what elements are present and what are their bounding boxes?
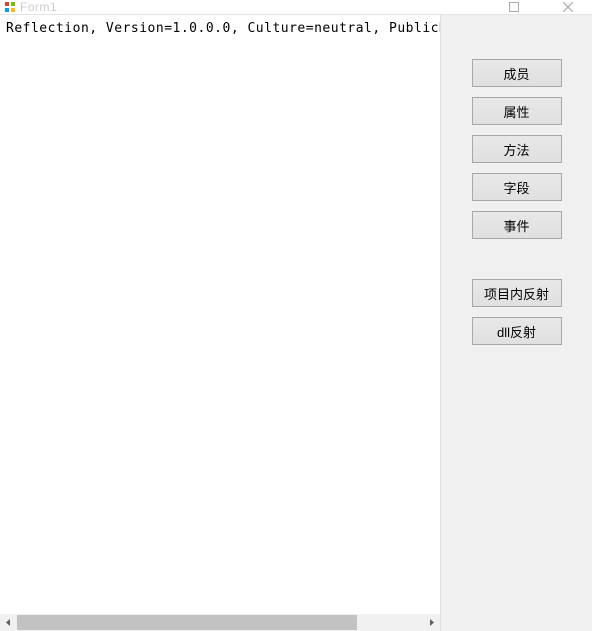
project-reflect-button[interactable]: 项目内反射 [472, 279, 562, 307]
right-panel: 成员 属性 方法 字段 事件 项目内反射 dll反射 [440, 15, 592, 631]
window-controls [494, 1, 588, 13]
maximize-button[interactable] [494, 1, 534, 13]
titlebar: Form1 [0, 0, 592, 15]
button-group-1: 成员 属性 方法 字段 事件 [472, 59, 562, 239]
scroll-left-arrow[interactable] [0, 614, 17, 631]
dll-reflect-button[interactable]: dll反射 [472, 317, 562, 345]
left-panel: Reflection, Version=1.0.0.0, Culture=neu… [0, 15, 440, 631]
events-button[interactable]: 事件 [472, 211, 562, 239]
scroll-thumb[interactable] [17, 615, 357, 630]
members-button[interactable]: 成员 [472, 59, 562, 87]
scroll-track[interactable] [17, 614, 423, 631]
app-icon [4, 1, 16, 13]
window-title: Form1 [20, 0, 494, 14]
properties-button[interactable]: 属性 [472, 97, 562, 125]
window-root: Form1 Reflection, Version=1.0.0.0, Cultu… [0, 0, 592, 631]
fields-button[interactable]: 字段 [472, 173, 562, 201]
output-textbox[interactable]: Reflection, Version=1.0.0.0, Culture=neu… [0, 15, 440, 614]
button-group-2: 项目内反射 dll反射 [472, 279, 562, 345]
close-button[interactable] [548, 1, 588, 13]
horizontal-scrollbar[interactable] [0, 614, 440, 631]
methods-button[interactable]: 方法 [472, 135, 562, 163]
client-area: Reflection, Version=1.0.0.0, Culture=neu… [0, 15, 592, 631]
scroll-right-arrow[interactable] [423, 614, 440, 631]
